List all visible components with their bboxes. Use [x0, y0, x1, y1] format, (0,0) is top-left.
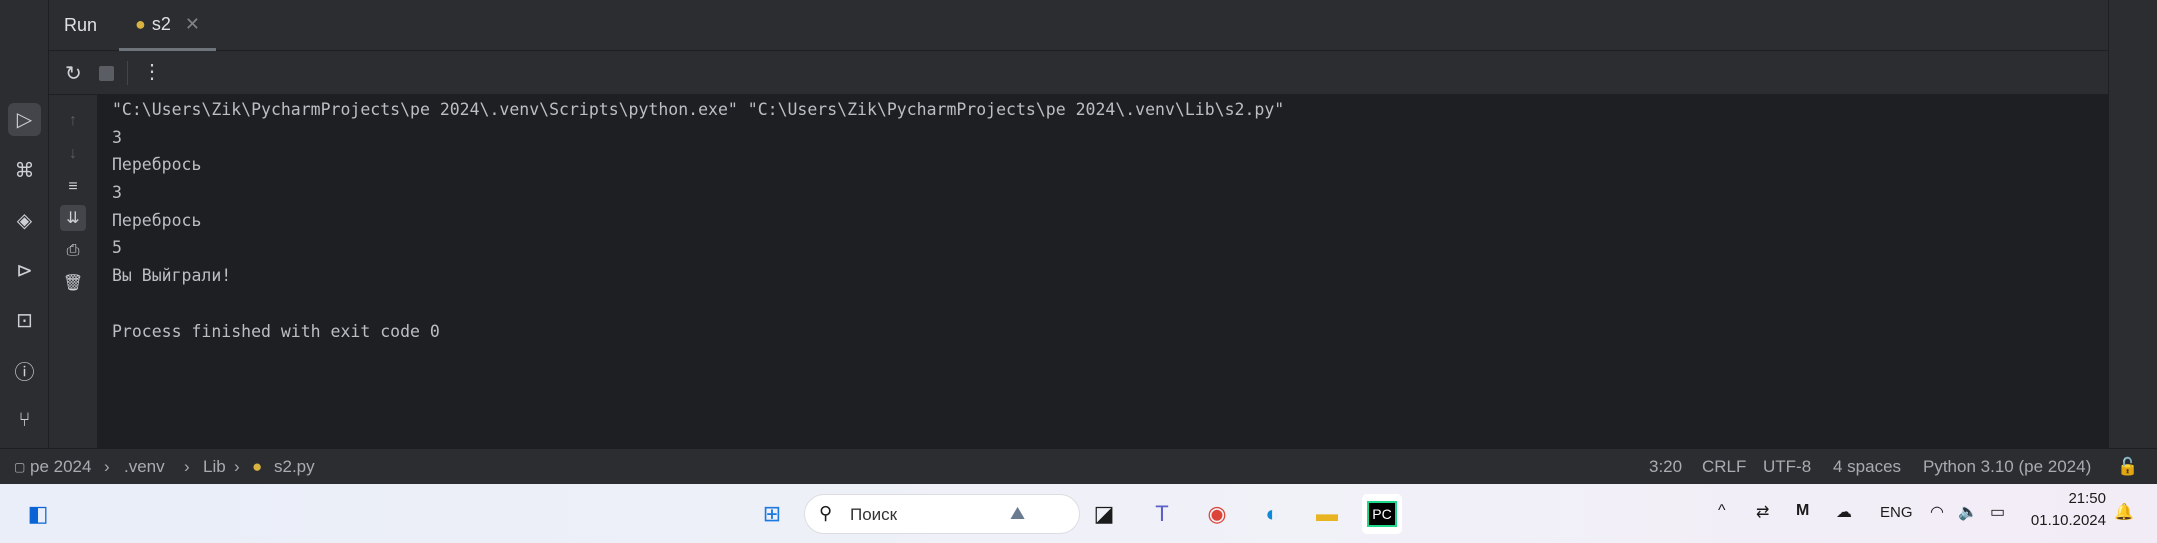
breadcrumb-item[interactable]: Lib — [203, 457, 226, 477]
line-separator[interactable]: CRLF — [1702, 457, 1746, 477]
console-line: Перебрось — [112, 210, 202, 230]
teams-icon[interactable]: T — [1142, 494, 1182, 534]
terminal-icon[interactable]: ⊡ — [8, 304, 41, 337]
python-file-icon: ● — [135, 13, 146, 34]
edge-icon[interactable]: ◐ — [1252, 494, 1292, 534]
python-console-icon[interactable]: ⌘ — [8, 154, 41, 187]
app-tray-icon[interactable]: M — [1796, 502, 1809, 520]
caret-position[interactable]: 3:20 — [1649, 457, 1682, 477]
search-highlight-icon: ⛰ — [1010, 503, 1026, 523]
cloud-icon[interactable]: ☁ — [1836, 502, 1852, 522]
more-options-icon[interactable]: ⋮ — [142, 59, 162, 84]
chevron-right-icon: › — [104, 457, 110, 476]
console-line: "C:\Users\Zik\PycharmProjects\pe 2024\.v… — [112, 100, 1285, 119]
console-line: 5 — [112, 238, 122, 258]
task-view-icon[interactable]: ◪ — [1084, 494, 1124, 534]
search-input[interactable]: Поиск — [850, 505, 897, 525]
search-icon: ⚲ — [819, 503, 833, 523]
battery-icon[interactable]: ▭ — [1990, 502, 2005, 522]
arrow-up-icon[interactable]: ↑ — [60, 108, 86, 134]
console-line: 3 — [112, 183, 122, 203]
breadcrumb-item[interactable]: pe 2024 — [30, 457, 91, 477]
module-icon: ▢ — [14, 460, 26, 474]
chrome-icon[interactable]: ◉ — [1197, 494, 1237, 534]
windows-taskbar: ◧ ⊞ ⚲ Поиск ⛰ ◪ T ◉ ◐ ▬ PC ^ ⇄ M ☁ ENG ◠… — [0, 484, 2157, 543]
console-line: 3 — [112, 127, 122, 147]
chevron-up-icon[interactable]: ^ — [1718, 502, 1726, 520]
soft-wrap-icon[interactable]: ≡ — [60, 174, 86, 200]
search-box[interactable]: ⚲ Поиск ⛰ — [804, 494, 1080, 534]
status-bar: ▢ pe 2024 › .venv › Lib › ● s2.py 3:20 C… — [0, 448, 2157, 484]
console-line: Process finished with exit code 0 — [112, 321, 440, 341]
network-transfer-icon[interactable]: ⇄ — [1756, 502, 1769, 522]
file-encoding[interactable]: UTF-8 — [1763, 457, 1811, 477]
file-explorer-icon[interactable]: ▬ — [1307, 494, 1347, 534]
close-icon[interactable]: ✕ — [185, 14, 200, 35]
widgets-icon[interactable]: ◧ — [18, 494, 58, 534]
tab-label: s2 — [151, 13, 171, 34]
tab-s2[interactable]: ● s2 ✕ — [119, 0, 216, 51]
breadcrumb-item[interactable]: s2.py — [274, 457, 315, 477]
print-icon[interactable]: ⎙ — [60, 238, 86, 264]
right-tool-strip — [2108, 0, 2157, 448]
start-icon[interactable]: ⊞ — [752, 494, 792, 534]
problems-icon[interactable]: ⓘ — [8, 354, 41, 387]
scroll-to-end-icon[interactable]: ⇊ — [60, 205, 86, 231]
language-indicator[interactable]: ENG — [1880, 504, 1913, 521]
services-icon[interactable]: ⊳ — [8, 254, 41, 287]
arrow-down-icon[interactable]: ↓ — [60, 141, 86, 167]
lock-icon[interactable]: 🔓 — [2117, 457, 2138, 477]
tool-window-sidebar: ▷ ⌘ ◈ ⊳ ⊡ ⓘ ⑂ — [0, 0, 49, 448]
python-file-icon: ● — [252, 457, 263, 476]
clock-date[interactable]: 01.10.2024 — [2026, 512, 2106, 529]
layers-icon[interactable]: ◈ — [8, 204, 41, 237]
indent-setting[interactable]: 4 spaces — [1833, 457, 1901, 477]
volume-icon[interactable]: 🔈 — [1958, 502, 1978, 522]
console-output[interactable]: "C:\Users\Zik\PycharmProjects\pe 2024\.v… — [112, 96, 1284, 345]
clock-time[interactable]: 21:50 — [2046, 490, 2106, 507]
run-tab-bar: Run ● s2 ✕ — [49, 0, 2108, 51]
console-line: Вы Выйграли! — [112, 266, 232, 286]
run-title: Run — [64, 15, 98, 35]
chevron-right-icon: › — [184, 457, 190, 476]
trash-icon[interactable]: 🗑 — [60, 270, 86, 296]
run-toolbar: ↻ ⋮ — [49, 51, 2108, 95]
breadcrumb-item[interactable]: .venv — [124, 457, 165, 477]
run-icon[interactable]: ▷ — [8, 103, 41, 136]
wifi-icon[interactable]: ◠ — [1930, 502, 1944, 522]
console-line: Перебрось — [112, 155, 202, 175]
rerun-icon[interactable]: ↻ — [65, 61, 82, 86]
git-icon[interactable]: ⑂ — [8, 404, 41, 437]
python-interpreter[interactable]: Python 3.10 (pe 2024) — [1923, 457, 2091, 477]
chevron-right-icon: › — [234, 457, 240, 476]
console-gutter: ↑ ↓ ≡ ⇊ ⎙ 🗑 — [49, 95, 97, 448]
stop-icon[interactable] — [99, 66, 114, 81]
notification-bell-icon[interactable]: 🔔 — [2114, 502, 2134, 522]
pycharm-icon[interactable]: PC — [1362, 494, 1402, 534]
divider — [127, 61, 128, 85]
